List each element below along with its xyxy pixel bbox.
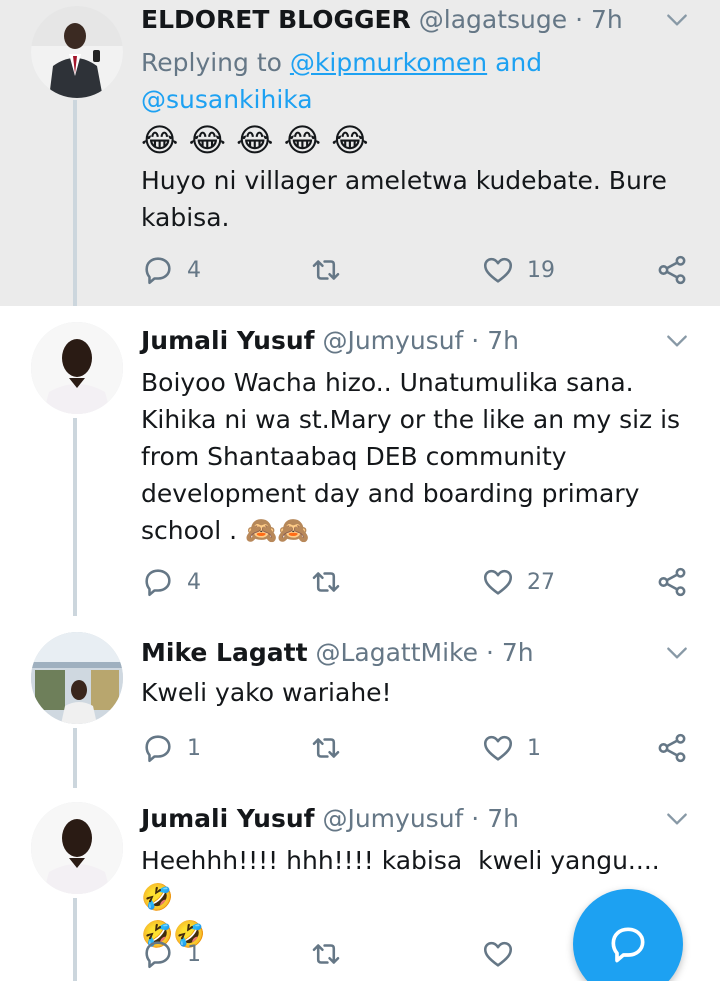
tweet-body: Replying to @kipmurkomen and @susankihik… xyxy=(141,44,690,236)
emoji-inline: 🙈🙈 xyxy=(245,516,310,546)
retweet-icon xyxy=(312,738,340,758)
chevron-down-icon[interactable] xyxy=(664,7,690,33)
action-bar: 1 1 xyxy=(141,728,693,768)
emoji-line: 😂 😂 😂 😂 😂 xyxy=(141,121,369,159)
like-button[interactable]: 27 xyxy=(481,562,555,602)
retweet-button[interactable] xyxy=(309,934,355,974)
tweet-header: Mike Lagatt @LagattMike · 7h xyxy=(141,636,660,670)
tweet-body: Kweli yako wariahe! xyxy=(141,674,690,711)
like-count: 1 xyxy=(527,735,541,761)
like-count: 27 xyxy=(527,569,555,595)
like-count: 19 xyxy=(527,257,555,283)
thread-line xyxy=(73,418,77,616)
and-label: and xyxy=(495,48,543,77)
heart-icon xyxy=(483,257,513,283)
thread-line xyxy=(73,100,77,306)
chevron-down-icon[interactable] xyxy=(664,328,690,354)
reply-button[interactable]: 1 xyxy=(141,728,201,768)
tweet-header: Jumali Yusuf @Jumyusuf · 7h xyxy=(141,802,660,836)
reply-thread: ELDORET BLOGGER @lagatsuge · 7h Replying… xyxy=(0,0,720,981)
retweet-icon xyxy=(312,572,340,592)
share-button[interactable] xyxy=(655,728,689,768)
user-handle[interactable]: @Jumyusuf xyxy=(322,804,463,833)
chevron-down-icon[interactable] xyxy=(664,806,690,832)
tweet-text: Boiyoo Wacha hizo.. Unatumulika sana. Ki… xyxy=(141,368,681,545)
timestamp[interactable]: · 7h xyxy=(575,5,623,34)
reply-button[interactable]: 1 xyxy=(141,934,201,974)
retweet-button[interactable] xyxy=(309,728,355,768)
display-name[interactable]: Jumali Yusuf xyxy=(141,804,315,833)
tweet-text: Heehhh!!!! hhh!!!! kabisa kweli yangu...… xyxy=(141,846,660,875)
avatar[interactable] xyxy=(31,632,123,724)
reply-count: 1 xyxy=(187,941,201,967)
like-button[interactable] xyxy=(481,934,527,974)
tweet-text: Kweli yako wariahe! xyxy=(141,678,392,707)
like-button[interactable]: 1 xyxy=(481,728,541,768)
thread-line xyxy=(73,898,77,981)
tweet-body: Boiyoo Wacha hizo.. Unatumulika sana. Ki… xyxy=(141,364,690,550)
heart-icon xyxy=(483,735,513,761)
replying-to-line: Replying to @kipmurkomen and xyxy=(141,44,690,81)
reply-count: 4 xyxy=(187,569,201,595)
display-name[interactable]: Jumali Yusuf xyxy=(141,326,315,355)
reply-count: 4 xyxy=(187,257,201,283)
reply-button[interactable]: 4 xyxy=(141,250,201,290)
emoji-inline: 🤣 xyxy=(141,883,174,913)
reply-icon xyxy=(145,735,171,763)
share-button[interactable] xyxy=(655,562,689,602)
timestamp[interactable]: · 7h xyxy=(471,326,519,355)
avatar[interactable] xyxy=(31,6,123,98)
retweet-button[interactable] xyxy=(309,250,355,290)
tweet-jumali-yusuf-1[interactable]: Jumali Yusuf @Jumyusuf · 7h Boiyoo Wacha… xyxy=(0,306,720,616)
tweet-header: Jumali Yusuf @Jumyusuf · 7h xyxy=(141,324,660,358)
display-name[interactable]: ELDORET BLOGGER xyxy=(141,5,411,34)
reply-count: 1 xyxy=(187,735,201,761)
avatar-image xyxy=(31,6,123,98)
avatar-image xyxy=(31,632,123,724)
retweet-button[interactable] xyxy=(309,562,355,602)
user-handle[interactable]: @lagatsuge xyxy=(419,5,567,34)
tweet-text: Huyo ni villager ameletwa kudebate. Bure… xyxy=(141,166,667,232)
retweet-icon xyxy=(312,260,340,280)
share-button[interactable] xyxy=(655,250,689,290)
share-icon xyxy=(658,733,686,763)
display-name[interactable]: Mike Lagatt xyxy=(141,638,308,667)
user-handle[interactable]: @Jumyusuf xyxy=(322,326,463,355)
compose-reply-icon xyxy=(611,927,645,963)
mention-link[interactable]: @susankihika xyxy=(141,81,690,118)
tweet-header: ELDORET BLOGGER @lagatsuge · 7h xyxy=(141,3,660,37)
action-bar: 4 19 xyxy=(141,250,693,290)
action-bar: 4 27 xyxy=(141,562,693,602)
timestamp[interactable]: · 7h xyxy=(471,804,519,833)
heart-icon xyxy=(483,941,513,967)
tweet-mike-lagatt[interactable]: Mike Lagatt @LagattMike · 7h Kweli yako … xyxy=(0,616,720,788)
tweet-eldoret-blogger[interactable]: ELDORET BLOGGER @lagatsuge · 7h Replying… xyxy=(0,0,720,306)
replying-to-label: Replying to xyxy=(141,48,282,77)
reply-button[interactable]: 4 xyxy=(141,562,201,602)
mention-link[interactable]: @kipmurkomen xyxy=(290,48,487,77)
share-icon xyxy=(658,567,686,597)
thread-line xyxy=(73,728,77,788)
avatar[interactable] xyxy=(31,802,123,894)
user-handle[interactable]: @LagattMike xyxy=(315,638,478,667)
avatar-image xyxy=(31,802,123,894)
timestamp[interactable]: · 7h xyxy=(486,638,534,667)
heart-icon xyxy=(483,569,513,595)
share-icon xyxy=(658,255,686,285)
chevron-down-icon[interactable] xyxy=(664,640,690,666)
like-button[interactable]: 19 xyxy=(481,250,555,290)
avatar[interactable] xyxy=(31,322,123,414)
avatar-image xyxy=(31,322,123,414)
reply-icon xyxy=(145,569,171,597)
reply-icon xyxy=(145,257,171,285)
reply-icon xyxy=(145,941,171,969)
retweet-icon xyxy=(312,944,340,964)
